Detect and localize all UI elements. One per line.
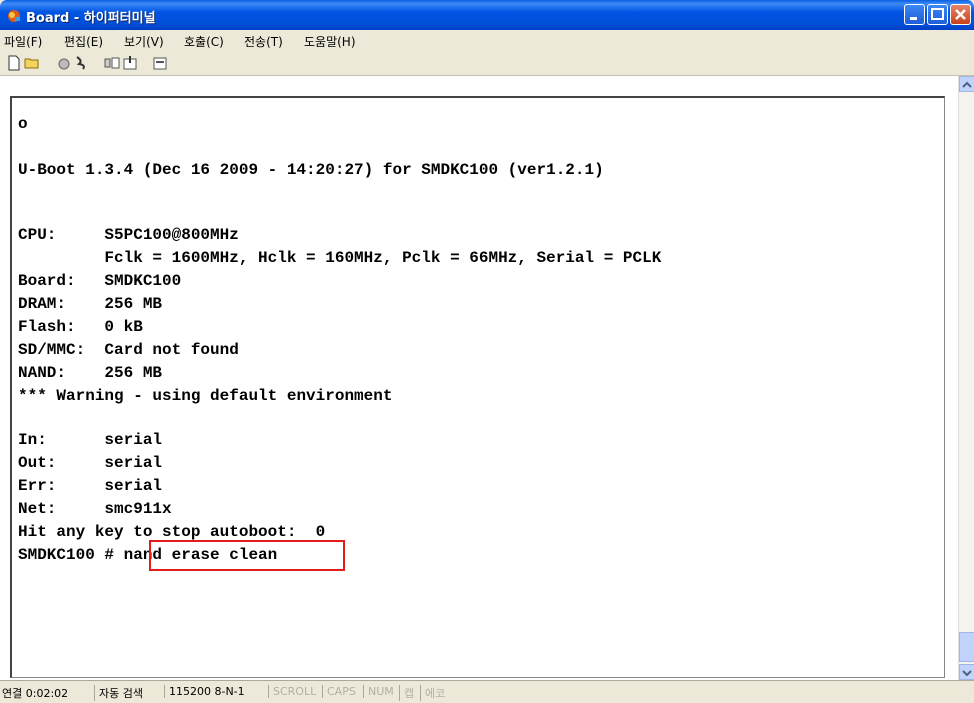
- status-capture: 캡: [399, 685, 414, 701]
- terminal-line: CPU: S5PC100@800MHz: [18, 226, 239, 244]
- hyperterminal-window: Board - 하이퍼터미널 파일(F) 편집(E) 보기(V) 호출(C) 전…: [0, 0, 974, 703]
- terminal-line: Board: SMDKC100: [18, 272, 182, 290]
- menu-edit[interactable]: 편집(E): [64, 33, 103, 50]
- menu-bar: 파일(F) 편집(E) 보기(V) 호출(C) 전송(T) 도움말(H): [0, 30, 974, 51]
- status-port-settings: 115200 8-N-1: [164, 685, 245, 698]
- chevron-up-icon: [962, 81, 972, 88]
- status-num: NUM: [363, 685, 394, 698]
- receive-file-icon[interactable]: [122, 55, 138, 71]
- menu-file[interactable]: 파일(F): [4, 33, 42, 50]
- menu-view[interactable]: 보기(V): [124, 33, 164, 50]
- menu-call[interactable]: 호출(C): [184, 33, 224, 50]
- send-file-icon[interactable]: [104, 55, 120, 71]
- close-icon: [955, 9, 966, 20]
- command-highlight-box: [149, 540, 345, 571]
- terminal-line: *** Warning - using default environment: [18, 387, 393, 405]
- status-bar: 연결 0:02:02 자동 검색 115200 8-N-1 SCROLL CAP…: [0, 680, 974, 703]
- chevron-down-icon: [962, 670, 972, 677]
- maximize-icon: [931, 8, 944, 20]
- hyperterminal-app-icon: [8, 10, 20, 22]
- minimize-icon: [910, 17, 917, 20]
- terminal-line: In: serial: [18, 431, 163, 449]
- terminal-line: Net: smc911x: [18, 500, 172, 518]
- vertical-scrollbar[interactable]: [958, 76, 974, 680]
- terminal-line: Err: serial: [18, 477, 163, 495]
- scroll-thumb[interactable]: [959, 632, 974, 662]
- close-button[interactable]: [950, 4, 971, 25]
- terminal-line: DRAM: 256 MB: [18, 295, 163, 313]
- status-echo: 에코: [420, 685, 445, 701]
- menu-help[interactable]: 도움말(H): [304, 33, 356, 50]
- maximize-button[interactable]: [927, 4, 948, 25]
- status-caps: CAPS: [322, 685, 356, 698]
- status-scroll: SCROLL: [268, 685, 316, 698]
- terminal-line: Flash: 0 kB: [18, 318, 143, 336]
- new-document-icon[interactable]: [6, 55, 22, 71]
- window-title: Board - 하이퍼터미널: [26, 11, 156, 26]
- scroll-down-button[interactable]: [959, 664, 974, 680]
- disconnect-icon[interactable]: [74, 55, 90, 71]
- open-folder-icon[interactable]: [24, 55, 40, 71]
- minimize-button[interactable]: [904, 4, 925, 25]
- call-icon[interactable]: [56, 55, 72, 71]
- terminal-line: U-Boot 1.3.4 (Dec 16 2009 - 14:20:27) fo…: [18, 161, 604, 179]
- status-connected-time: 연결 0:02:02: [2, 687, 69, 700]
- terminal-line: o: [18, 115, 28, 133]
- terminal-line: Fclk = 1600MHz, Hclk = 160MHz, Pclk = 66…: [18, 249, 662, 267]
- properties-icon[interactable]: [152, 55, 168, 71]
- terminal-line: NAND: 256 MB: [18, 364, 163, 382]
- terminal-line: Out: serial: [18, 454, 163, 472]
- scroll-up-button[interactable]: [959, 76, 974, 92]
- status-auto-detect: 자동 검색: [94, 685, 143, 701]
- terminal-line: SD/MMC: Card not found: [18, 341, 239, 359]
- toolbar: [0, 51, 974, 76]
- title-bar[interactable]: Board - 하이퍼터미널: [0, 0, 974, 30]
- menu-transfer[interactable]: 전송(T): [244, 33, 283, 50]
